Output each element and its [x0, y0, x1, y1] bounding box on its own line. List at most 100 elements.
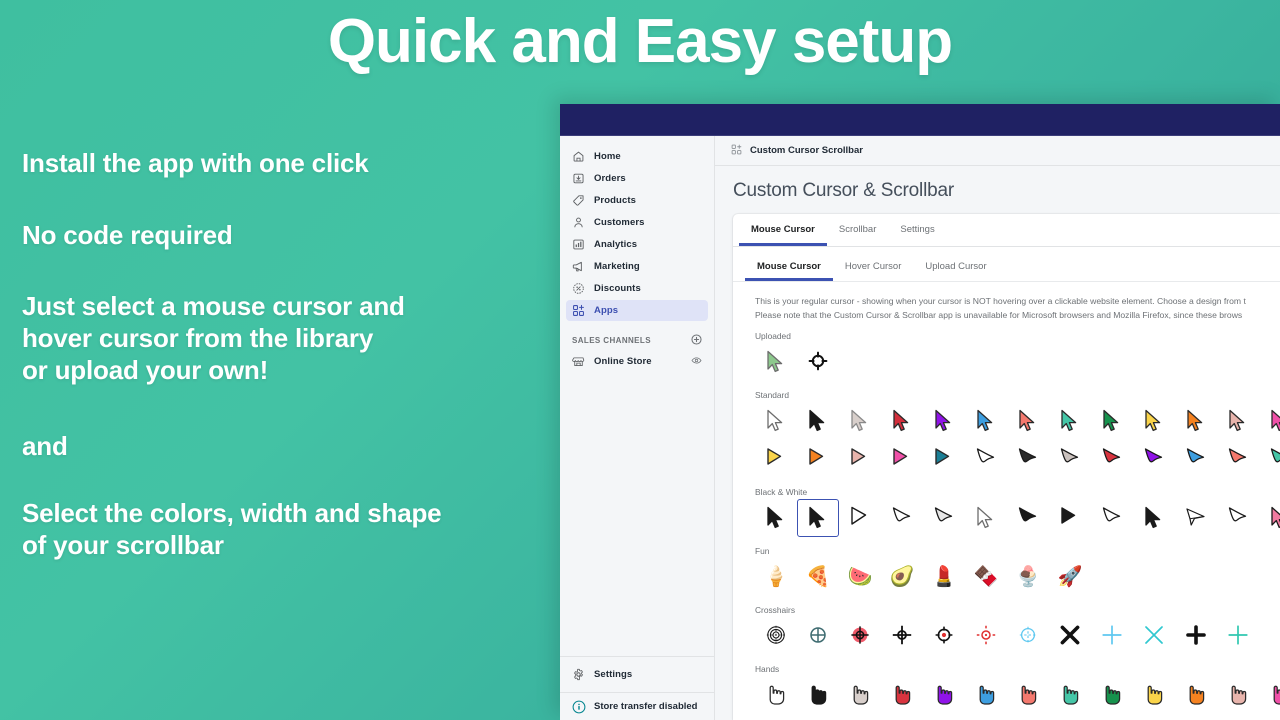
sidebar-item-orders[interactable]: Orders	[566, 168, 708, 189]
cursor-option[interactable]	[839, 617, 881, 655]
sidebar-item-products[interactable]: Products	[566, 190, 708, 211]
watermelon-icon[interactable]: 🍉	[839, 558, 881, 596]
cursor-option[interactable]	[1091, 440, 1133, 478]
products-tag-icon	[572, 194, 585, 207]
cursor-option[interactable]	[839, 676, 881, 714]
cursor-option[interactable]	[1091, 676, 1133, 714]
cursor-option[interactable]	[797, 440, 839, 478]
cursor-option[interactable]	[881, 440, 923, 478]
cursor-option[interactable]	[1133, 440, 1175, 478]
cursor-option[interactable]	[1007, 617, 1049, 655]
cursor-option[interactable]	[965, 617, 1007, 655]
cursor-option[interactable]	[839, 440, 881, 478]
breadcrumb[interactable]: Custom Cursor Scrollbar	[715, 136, 1280, 166]
promo-block: Select the colors, width and shape of you…	[22, 498, 542, 561]
cursor-option[interactable]	[881, 617, 923, 655]
cursor-option[interactable]	[1259, 676, 1280, 714]
cursor-option[interactable]	[1175, 676, 1217, 714]
cursor-option[interactable]	[1217, 440, 1259, 478]
cursor-option[interactable]	[965, 676, 1007, 714]
cursor-group-label: Black & White	[755, 487, 808, 498]
cursor-option[interactable]	[1175, 440, 1217, 478]
cursor-option[interactable]	[1217, 402, 1259, 440]
cursor-option[interactable]	[755, 499, 797, 537]
cursor-option[interactable]	[1133, 617, 1175, 655]
lipstick-icon[interactable]: 💄	[923, 558, 965, 596]
cursor-option[interactable]	[1133, 499, 1175, 537]
ice-cream-cone-icon[interactable]: 🍨	[1007, 558, 1049, 596]
tab-settings[interactable]: Settings	[888, 214, 946, 246]
cursor-option[interactable]	[923, 440, 965, 478]
cursor-option[interactable]	[1175, 402, 1217, 440]
sidebar-item-home[interactable]: Home	[566, 146, 708, 167]
pizza-icon[interactable]: 🍕	[797, 558, 839, 596]
cursor-option[interactable]	[1259, 402, 1280, 440]
sidebar-item-online-store[interactable]: Online Store	[566, 351, 708, 372]
cursor-option[interactable]	[923, 499, 965, 537]
cursor-option[interactable]	[755, 343, 797, 381]
cursor-option[interactable]	[923, 617, 965, 655]
cursor-option[interactable]	[797, 402, 839, 440]
cursor-option[interactable]	[1259, 440, 1280, 478]
cursor-option[interactable]	[797, 617, 839, 655]
cursor-option-selected[interactable]	[797, 499, 839, 538]
add-channel-icon[interactable]	[691, 334, 702, 347]
cursor-option[interactable]	[755, 617, 797, 655]
cursor-option[interactable]	[965, 402, 1007, 440]
eye-icon[interactable]	[691, 355, 702, 369]
sidebar-item-customers[interactable]: Customers	[566, 212, 708, 233]
store-transfer-status[interactable]: Store transfer disabled	[560, 692, 714, 720]
rocket-icon: 🚀	[1057, 566, 1083, 589]
sidebar-item-analytics[interactable]: Analytics	[566, 234, 708, 255]
cursor-option[interactable]	[1049, 676, 1091, 714]
cursor-option[interactable]	[1091, 402, 1133, 440]
cursor-option[interactable]	[965, 440, 1007, 478]
cursor-option[interactable]	[1049, 440, 1091, 478]
cursor-option[interactable]	[1049, 499, 1091, 537]
cursor-option[interactable]	[1049, 402, 1091, 440]
avocado-icon[interactable]: 🥑	[881, 558, 923, 596]
cursor-option[interactable]	[923, 676, 965, 714]
cursor-option[interactable]	[1133, 402, 1175, 440]
subtab-mouse-cursor[interactable]: Mouse Cursor	[745, 253, 833, 281]
cursor-option[interactable]	[1259, 499, 1280, 537]
rocket-icon[interactable]: 🚀	[1049, 558, 1091, 596]
cursor-option[interactable]	[1091, 499, 1133, 537]
cursor-option[interactable]	[881, 402, 923, 440]
tab-mouse-cursor[interactable]: Mouse Cursor	[739, 214, 827, 246]
cursor-option[interactable]	[1175, 617, 1217, 655]
subtab-upload-cursor[interactable]: Upload Cursor	[913, 253, 998, 281]
cursor-option[interactable]	[881, 676, 923, 714]
sidebar-item-settings[interactable]: Settings	[566, 664, 708, 685]
cursor-option[interactable]	[839, 402, 881, 440]
sidebar-item-discounts[interactable]: Discounts	[566, 278, 708, 299]
cursor-option[interactable]	[797, 676, 839, 714]
cursor-option[interactable]	[1091, 617, 1133, 655]
cursor-option[interactable]	[755, 440, 797, 478]
sidebar-item-marketing[interactable]: Marketing	[566, 256, 708, 277]
ice-cream-bar-icon[interactable]: 🍦	[755, 558, 797, 596]
cursor-option[interactable]	[1133, 676, 1175, 714]
tab-scrollbar[interactable]: Scrollbar	[827, 214, 889, 246]
sidebar-item-apps[interactable]: Apps	[566, 300, 708, 321]
cursor-option[interactable]	[1049, 617, 1091, 655]
cursor-option[interactable]	[1175, 499, 1217, 537]
cursor-option[interactable]	[1007, 676, 1049, 714]
cursor-option[interactable]	[755, 676, 797, 714]
cursor-option[interactable]	[1007, 440, 1049, 478]
cursor-option[interactable]	[923, 402, 965, 440]
apps-grid-plus-icon	[731, 144, 742, 158]
cursor-option[interactable]	[1007, 499, 1049, 537]
cursor-option[interactable]	[881, 499, 923, 537]
cursor-option[interactable]	[965, 499, 1007, 537]
sidebar-item-label: Marketing	[594, 261, 640, 272]
cursor-option[interactable]	[839, 499, 881, 537]
cursor-option[interactable]	[1217, 676, 1259, 714]
cursor-option[interactable]	[1007, 402, 1049, 440]
cursor-option[interactable]	[1217, 617, 1259, 655]
subtab-hover-cursor[interactable]: Hover Cursor	[833, 253, 914, 281]
cursor-option[interactable]	[797, 343, 839, 381]
popsicle-icon[interactable]: 🍫	[965, 558, 1007, 596]
cursor-option[interactable]	[1217, 499, 1259, 537]
cursor-option[interactable]	[755, 402, 797, 440]
